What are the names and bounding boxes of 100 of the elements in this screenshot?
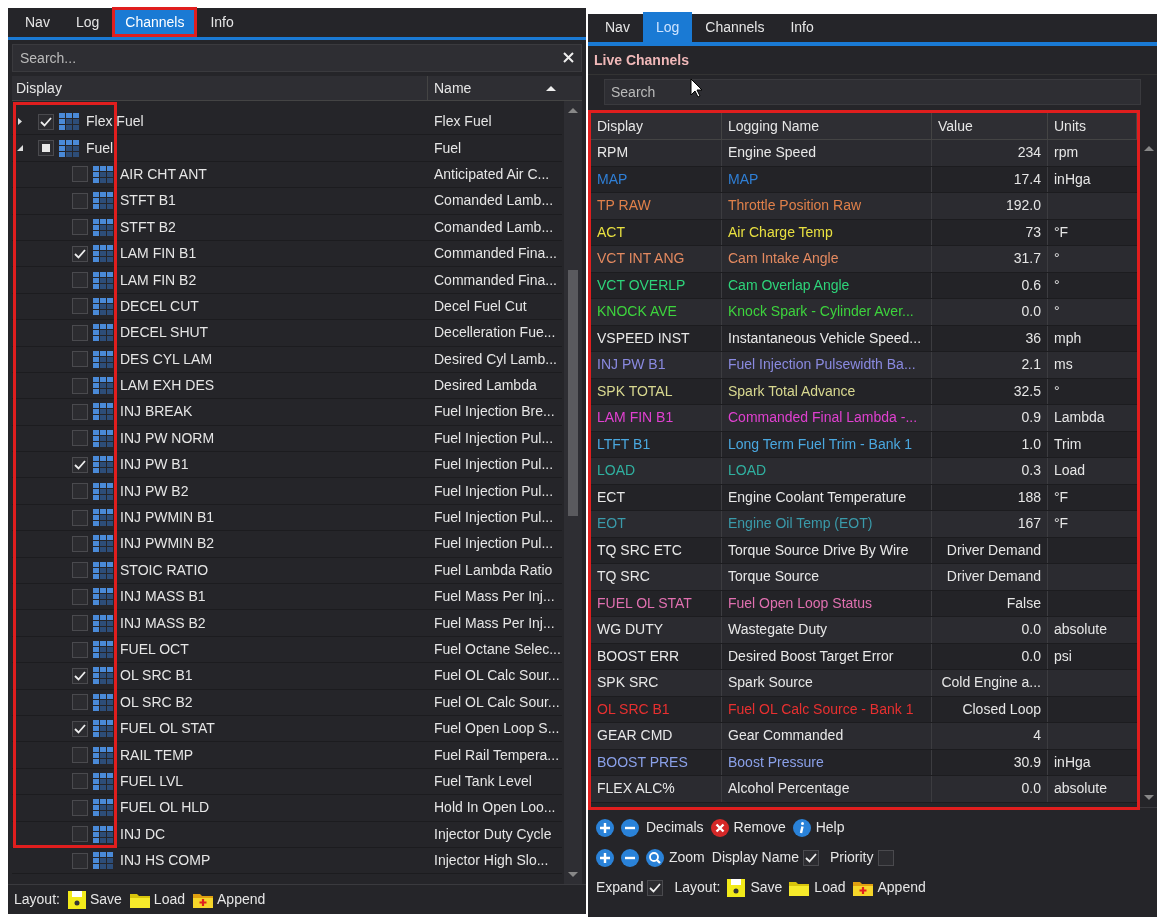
table-cell: Alcohol Percentage xyxy=(722,776,932,802)
table-cell: Torque Source Drive By Wire xyxy=(722,537,932,563)
scrollbar-thumb[interactable] xyxy=(568,269,578,516)
plus-button[interactable] xyxy=(596,818,614,837)
channel-description: Fuel Injection Bre... xyxy=(433,402,556,422)
channel-description: Fuel Injection Pul... xyxy=(433,428,555,448)
column-header[interactable]: Display xyxy=(12,76,428,100)
grid-icon xyxy=(93,561,113,579)
checkbox[interactable] xyxy=(72,826,88,843)
table-cell: Engine Oil Temp (EOT) xyxy=(722,511,932,537)
grid-icon xyxy=(93,218,113,236)
checkbox[interactable] xyxy=(72,166,88,183)
tab[interactable]: Log xyxy=(62,7,113,37)
plus-button[interactable] xyxy=(596,848,614,867)
checkbox[interactable] xyxy=(72,192,88,209)
grid-icon xyxy=(93,588,113,606)
column-header[interactable]: Logging Name xyxy=(722,113,932,139)
checkbox[interactable] xyxy=(72,245,88,262)
minus-button[interactable] xyxy=(621,848,639,867)
checkbox[interactable] xyxy=(72,456,88,473)
channel-description: Injector Duty Cycle xyxy=(433,824,553,844)
checkbox[interactable] xyxy=(72,324,88,341)
table-cell: Driver Demand xyxy=(932,564,1048,590)
save-button[interactable]: Save xyxy=(67,889,122,910)
checkbox[interactable] xyxy=(72,720,88,737)
channel-name: INJ HS COMP xyxy=(120,851,211,871)
channel-description: Hold In Open Loo... xyxy=(433,798,557,818)
tab[interactable]: Info xyxy=(197,7,247,37)
column-header[interactable]: Display xyxy=(591,113,722,139)
save-button[interactable]: Save xyxy=(727,877,783,898)
table-cell: 32.5 xyxy=(932,378,1048,404)
table-cell: 0.6 xyxy=(932,272,1048,298)
magnifier-icon xyxy=(646,848,664,867)
checkbox[interactable] xyxy=(72,615,88,632)
column-header[interactable]: Name xyxy=(428,76,562,100)
tab[interactable]: Channels xyxy=(112,7,198,37)
checkbox[interactable] xyxy=(72,747,88,764)
table-cell: Closed Loop xyxy=(932,696,1048,722)
channel-description: Desired Cyl Lamb... xyxy=(433,349,558,369)
checkbox-label: Priority xyxy=(829,848,874,867)
tab[interactable]: Nav xyxy=(12,7,63,37)
remove-button[interactable]: Remove xyxy=(710,817,786,838)
table-cell: Commanded Final Lambda -... xyxy=(722,405,932,431)
checkbox[interactable] xyxy=(72,377,88,394)
checkbox[interactable] xyxy=(72,773,88,790)
checkbox[interactable] xyxy=(72,219,88,236)
checkbox[interactable] xyxy=(72,641,88,658)
checkbox[interactable] xyxy=(72,351,88,368)
column-header[interactable]: Units xyxy=(1048,113,1137,139)
minus-button[interactable] xyxy=(621,818,639,837)
grid-icon xyxy=(93,509,113,527)
checkbox[interactable] xyxy=(877,849,894,866)
table-cell: 0.0 xyxy=(932,299,1048,325)
search-field[interactable]: Search xyxy=(604,79,1141,105)
help-button[interactable]: Help xyxy=(792,817,845,838)
channel-name: OL SRC B1 xyxy=(591,696,722,722)
checkbox[interactable] xyxy=(72,562,88,579)
column-header[interactable]: Value xyxy=(932,113,1048,139)
load-button[interactable]: Load xyxy=(789,877,846,898)
tab[interactable]: Info xyxy=(777,12,827,42)
checkbox[interactable] xyxy=(72,430,88,447)
checkbox[interactable] xyxy=(72,535,88,552)
table-cell: Engine Coolant Temperature xyxy=(722,484,932,510)
checkbox[interactable] xyxy=(72,404,88,420)
checkbox[interactable] xyxy=(72,509,88,526)
info-icon xyxy=(792,818,811,837)
checkbox[interactable] xyxy=(72,799,88,816)
load-button[interactable]: Load xyxy=(129,889,185,910)
append-button[interactable]: Append xyxy=(193,889,266,910)
checkbox[interactable] xyxy=(647,879,664,896)
checkbox[interactable] xyxy=(72,694,88,711)
channel-name: TP RAW xyxy=(591,193,722,219)
table-cell: Driver Demand xyxy=(932,537,1048,563)
zoom-button[interactable]: Zoom xyxy=(646,847,705,868)
checkbox[interactable] xyxy=(72,298,88,315)
checkbox[interactable] xyxy=(72,852,88,869)
channel-description: Fuel Injection Pul... xyxy=(433,455,555,475)
checkbox[interactable] xyxy=(802,849,819,866)
expand-arrow-icon[interactable] xyxy=(16,117,24,127)
plus-icon xyxy=(596,848,614,867)
table-cell: Long Term Fuel Trim - Bank 1 xyxy=(722,431,932,457)
checkbox[interactable] xyxy=(72,272,88,289)
search-field[interactable]: Search... xyxy=(12,44,582,72)
append-button[interactable]: Append xyxy=(852,877,926,898)
table-cell-text: absolute xyxy=(1053,779,1108,798)
checkbox[interactable] xyxy=(72,483,88,500)
checkbox[interactable] xyxy=(38,140,54,157)
checkbox[interactable] xyxy=(72,667,88,684)
channel-description: Commanded Fina... xyxy=(433,270,558,290)
table-cell-text: ms xyxy=(1053,355,1074,374)
collapse-arrow-icon[interactable] xyxy=(16,143,24,153)
table-cell: 73 xyxy=(932,219,1048,245)
tab[interactable]: Nav xyxy=(592,12,643,42)
channel-name: INJ MASS B1 xyxy=(120,587,206,607)
channel-description: Commanded Fina... xyxy=(433,244,558,264)
tab[interactable]: Channels xyxy=(692,12,778,42)
channel-description: Fuel Tank Level xyxy=(433,771,533,791)
checkbox[interactable] xyxy=(72,588,88,605)
channel-name: VSPEED INST xyxy=(591,325,722,351)
checkbox[interactable] xyxy=(38,113,54,130)
